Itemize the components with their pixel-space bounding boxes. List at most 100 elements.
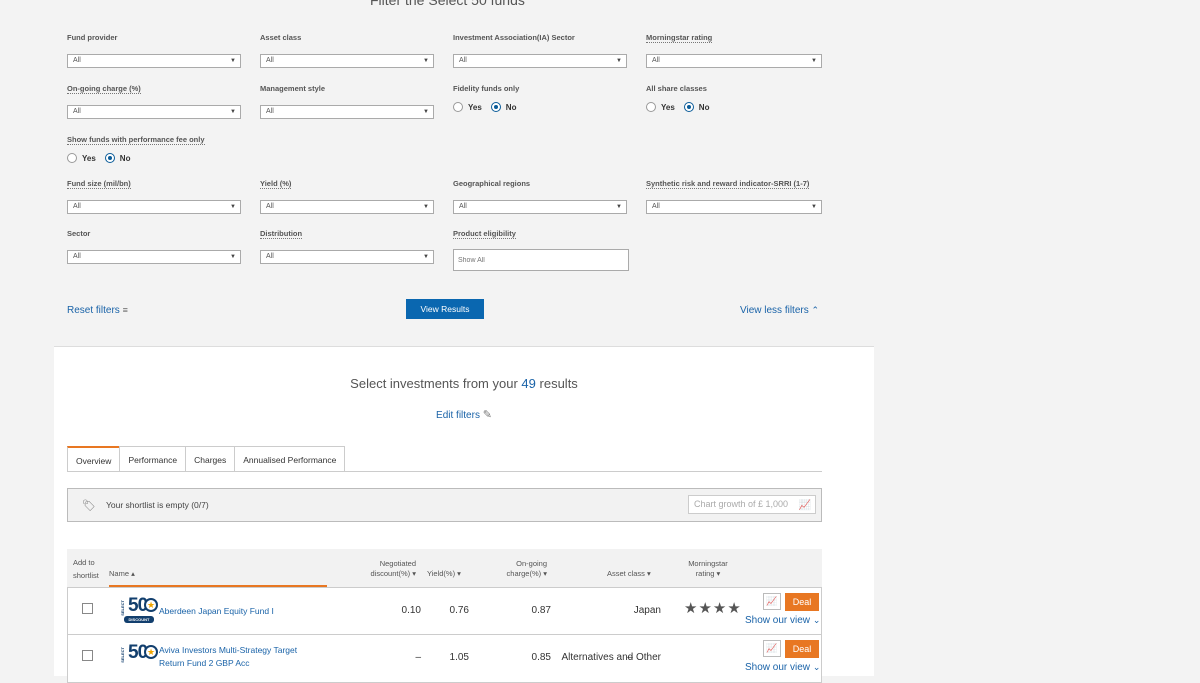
shortlist-checkbox[interactable] [82,650,93,661]
show-our-view-link[interactable]: Show our view ⌄ [745,615,820,626]
fund-size-label[interactable]: Fund size (mil/bn) [67,179,131,189]
asset-class-label: Asset class [260,33,302,42]
ongoing-charge-value: 0.87 [531,605,551,616]
results-count: 49 [521,376,536,391]
results-title: Select investments from your 49 results [350,376,578,391]
col-asset-class[interactable]: Asset class ▾ [607,569,651,579]
chevron-down-icon: ▼ [423,58,429,64]
performance-fee-yes-radio[interactable] [67,153,77,163]
chevron-down-icon: ▼ [616,204,622,210]
col-morningstar-rating[interactable]: Morningstar rating ▾ [673,559,743,579]
results-tabs: Overview Performance Charges Annualised … [67,446,346,472]
geo-regions-label: Geographical regions [453,179,531,188]
all-share-classes-radio-group: Yes No [646,100,718,114]
fund-chart-button[interactable]: 📈 [763,640,781,657]
srri-select[interactable]: All ▼ [646,200,822,214]
ongoing-charge-select[interactable]: All ▼ [67,105,241,119]
ia-sector-label: Investment Association(IA) Sector [453,33,575,42]
fidelity-only-yes-radio[interactable] [453,102,463,112]
tag-icon: 🏷 [82,500,96,512]
fidelity-only-label: Fidelity funds only [453,84,520,93]
select-50-logo: SELECT 50 ★ DISCOUNT [120,595,158,623]
col-add-shortlist: Add to shortlist [73,558,99,580]
col-name[interactable]: Name ▴ [109,569,135,579]
chevron-down-icon: ⌄ [812,615,821,625]
yield-select[interactable]: All ▼ [260,200,434,214]
edit-filters-link[interactable]: Edit filters ✎ [54,408,874,421]
morningstar-rating-value: – [627,652,633,663]
chart-icon: 📈 [798,500,811,511]
shortlist-checkbox[interactable] [82,603,93,614]
discount-value: – [415,652,421,663]
chevron-down-icon: ▼ [230,254,236,260]
chevron-down-icon: ▼ [811,58,817,64]
chevron-down-icon: ▼ [423,254,429,260]
deal-button[interactable]: Deal [785,640,819,658]
sector-select[interactable]: All ▼ [67,250,241,264]
star-icon: ★ [144,598,158,612]
fund-chart-button[interactable]: 📈 [763,593,781,610]
performance-fee-no-radio[interactable] [104,153,115,163]
chevron-down-icon: ▼ [423,204,429,210]
chevron-down-icon: ▼ [230,58,236,64]
fund-provider-label: Fund provider [67,33,118,42]
management-style-label: Management style [260,84,326,93]
asset-class-value: Alternatives and Other [561,652,662,663]
tab-charges[interactable]: Charges [185,446,235,472]
fund-name-link[interactable]: Aviva Investors Multi-Strategy Target Re… [159,644,319,670]
filters-section: Filter the Select 50 funds Fund provider… [54,0,874,345]
yield-label[interactable]: Yield (%) [260,179,292,189]
fidelity-only-no-radio[interactable] [490,102,501,112]
chevron-up-icon: ⌃ [811,305,820,315]
sector-label: Sector [67,229,91,238]
fund-size-select[interactable]: All ▼ [67,200,241,214]
tabs-divider [67,471,822,472]
table-row: SELECT 50 ★ DISCOUNT Aberdeen Japan Equi… [67,587,822,635]
ia-sector-select[interactable]: All ▼ [453,54,627,68]
management-style-select[interactable]: All ▼ [260,105,434,119]
performance-fee-label[interactable]: Show funds with performance fee only [67,135,205,145]
reset-filters-link[interactable]: Reset filters ≡ [67,305,128,316]
ongoing-charge-label[interactable]: On-going charge (%) [67,84,141,94]
view-less-filters-link[interactable]: View less filters ⌃ [740,305,819,316]
view-results-button[interactable]: View Results [406,299,484,319]
shortlist-status: Your shortlist is empty (0/7) [106,500,209,510]
fund-provider-select[interactable]: All ▼ [67,54,241,68]
table-header: Add to shortlist Name ▴ Negotiated disco… [67,549,822,587]
reset-filters-icon: ≡ [122,305,128,315]
tab-overview[interactable]: Overview [67,446,120,472]
distribution-select[interactable]: All ▼ [260,250,434,264]
all-share-classes-no-radio[interactable] [683,102,694,112]
all-share-classes-yes-radio[interactable] [646,102,656,112]
col-negotiated-discount[interactable]: Negotiated discount(%) ▾ [352,559,416,579]
fund-name-link[interactable]: Aberdeen Japan Equity Fund I [159,605,319,618]
performance-fee-radio-group: Yes No [67,151,139,165]
select-50-logo: SELECT 50 ★ [120,642,158,669]
chevron-down-icon: ⌄ [812,662,821,672]
asset-class-value: Japan [633,605,661,616]
chevron-down-icon: ▼ [230,204,236,210]
srri-label[interactable]: Synthetic risk and reward indicator-SRRI… [646,179,810,189]
fidelity-only-radio-group: Yes No [453,100,525,114]
discount-value: 0.10 [401,605,421,616]
product-eligibility-input[interactable] [453,249,629,271]
product-eligibility-label[interactable]: Product eligibility [453,229,516,239]
morningstar-stars: ★★★★ [684,600,742,617]
all-share-classes-label: All share classes [646,84,707,93]
chevron-down-icon: ▼ [423,109,429,115]
geo-regions-select[interactable]: All ▼ [453,200,627,214]
chevron-down-icon: ▼ [230,109,236,115]
col-yield[interactable]: Yield(%) ▾ [427,569,461,579]
morningstar-rating-label[interactable]: Morningstar rating [646,33,713,43]
yield-value: 1.05 [449,652,469,663]
asset-class-select[interactable]: All ▼ [260,54,434,68]
chevron-down-icon: ▼ [811,204,817,210]
distribution-label[interactable]: Distribution [260,229,303,239]
morningstar-rating-select[interactable]: All ▼ [646,54,822,68]
tab-performance[interactable]: Performance [119,446,186,472]
col-ongoing-charge[interactable]: On-going charge(%) ▾ [487,559,547,579]
tab-annualised-performance[interactable]: Annualised Performance [234,446,346,472]
chart-growth-button[interactable]: Chart growth of £ 1,000 📈 [688,495,816,514]
deal-button[interactable]: Deal [785,593,819,611]
show-our-view-link[interactable]: Show our view ⌄ [745,662,820,673]
